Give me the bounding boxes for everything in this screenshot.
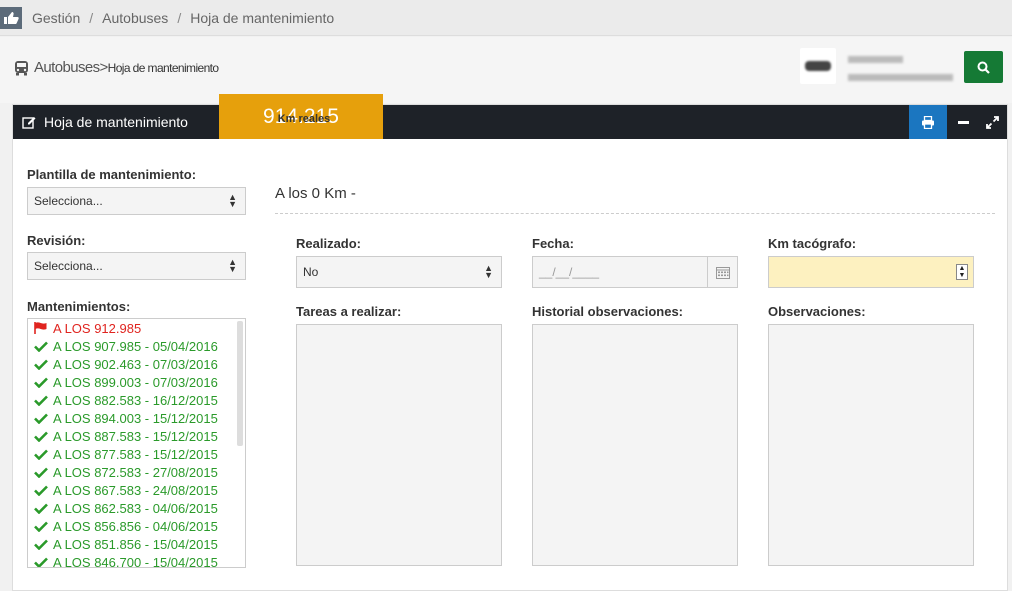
historial-label: Historial observaciones: — [532, 304, 683, 319]
bus-info-blurred — [848, 50, 953, 81]
check-icon — [34, 467, 50, 478]
title-main[interactable]: Autobuses — [34, 59, 100, 76]
list-item[interactable]: A LOS 851.856 - 15/04/2015 — [28, 535, 245, 553]
check-icon — [34, 395, 50, 406]
km-label: Km reales — [277, 112, 331, 125]
list-item[interactable]: A LOS 887.583 - 15/12/2015 — [28, 427, 245, 445]
list-scrollbar[interactable] — [237, 321, 243, 446]
mantenimientos-label: Mantenimientos: — [27, 299, 131, 314]
expand-icon — [985, 115, 999, 129]
revision-value: Selecciona... — [34, 259, 103, 273]
print-icon — [921, 115, 935, 129]
check-icon — [34, 521, 50, 532]
panel-header: Hoja de mantenimiento 914.215 Km reales — [13, 94, 1007, 139]
list-item[interactable]: A LOS 902.463 - 07/03/2016 — [28, 355, 245, 373]
list-item[interactable]: A LOS 846.700 - 15/04/2015 — [28, 553, 245, 567]
fecha-input[interactable]: __/__/____ — [532, 256, 738, 288]
breadcrumb-separator: / — [89, 9, 94, 26]
observaciones-label: Observaciones: — [768, 304, 866, 319]
select-caret-icon: ▲ ▼ — [228, 257, 237, 274]
list-item[interactable]: A LOS 877.583 - 15/12/2015 — [28, 445, 245, 463]
list-item[interactable]: A LOS 872.583 - 27/08/2015 — [28, 463, 245, 481]
thumb-pointer-icon[interactable] — [0, 6, 22, 29]
list-item[interactable]: A LOS 882.583 - 16/12/2015 — [28, 391, 245, 409]
check-icon — [34, 377, 50, 388]
tareas-label: Tareas a realizar: — [296, 304, 402, 319]
title-sep: > — [99, 59, 108, 76]
minus-icon — [957, 120, 969, 124]
search-icon — [977, 61, 990, 74]
print-button[interactable] — [909, 105, 947, 139]
check-icon — [34, 485, 50, 496]
minimize-button[interactable] — [950, 105, 976, 139]
panel-title: Hoja de mantenimiento — [22, 105, 188, 139]
fecha-label: Fecha: — [532, 236, 574, 251]
select-caret-icon: ▲ ▼ — [484, 263, 493, 280]
check-icon — [34, 341, 50, 352]
km-tacografo-label: Km tacógrafo: — [768, 236, 857, 251]
tareas-textarea[interactable] — [296, 324, 502, 566]
fecha-placeholder: __/__/____ — [539, 265, 600, 279]
bus-icon — [14, 60, 29, 76]
section-divider — [275, 213, 995, 214]
calendar-icon[interactable] — [707, 257, 737, 287]
title-sub: Hoja de mantenimiento — [107, 60, 219, 75]
section-title: A los 0 Km - — [275, 185, 356, 202]
mantenimientos-list[interactable]: A LOS 912.985 A LOS 907.985 - 05/04/2016… — [27, 318, 246, 568]
check-icon — [34, 449, 50, 460]
plantilla-value: Selecciona... — [34, 194, 103, 208]
maintenance-panel: Hoja de mantenimiento 914.215 Km reales … — [12, 94, 1008, 591]
list-item[interactable]: A LOS 867.583 - 24/08/2015 — [28, 481, 245, 499]
check-icon — [34, 431, 50, 442]
list-item[interactable]: A LOS 862.583 - 04/06/2015 — [28, 499, 245, 517]
bus-thumbnail — [800, 48, 836, 84]
historial-textarea[interactable] — [532, 324, 738, 566]
breadcrumb-item-gestion[interactable]: Gestión — [32, 10, 80, 26]
select-caret-icon: ▲ ▼ — [228, 192, 237, 209]
list-item[interactable]: A LOS 899.003 - 07/03/2016 — [28, 373, 245, 391]
revision-label: Revisión: — [27, 233, 86, 248]
search-button[interactable] — [964, 51, 1003, 83]
flag-icon — [34, 322, 50, 334]
breadcrumb-item-current: Hoja de mantenimiento — [190, 9, 335, 26]
plantilla-label: Plantilla de mantenimiento: — [27, 167, 197, 182]
breadcrumb-separator: / — [177, 9, 182, 26]
breadcrumb: Gestión / Autobuses / Hoja de mantenimie… — [0, 0, 1012, 36]
realizado-value: No — [303, 265, 319, 279]
check-icon — [34, 557, 50, 567]
expand-button[interactable] — [979, 105, 1005, 139]
list-item[interactable]: A LOS 894.003 - 15/12/2015 — [28, 409, 245, 427]
plantilla-select[interactable]: Selecciona... ▲ ▼ — [27, 187, 246, 215]
realizado-select[interactable]: No ▲ ▼ — [296, 256, 502, 288]
panel-title-text: Hoja de mantenimiento — [44, 114, 188, 130]
check-icon — [34, 503, 50, 514]
check-icon — [34, 359, 50, 370]
list-item[interactable]: A LOS 907.985 - 05/04/2016 — [28, 337, 245, 355]
page-title: Autobuses > Hoja de mantenimiento — [14, 59, 219, 76]
sub-header: Autobuses > Hoja de mantenimiento — [0, 37, 1012, 103]
observaciones-textarea[interactable] — [768, 324, 974, 566]
check-icon — [34, 539, 50, 550]
list-item[interactable]: A LOS 912.985 — [28, 319, 245, 337]
list-item[interactable]: A LOS 856.856 - 04/06/2015 — [28, 517, 245, 535]
km-reales-badge: 914.215 Km reales — [219, 94, 383, 139]
check-icon — [34, 413, 50, 424]
realizado-label: Realizado: — [296, 236, 362, 251]
number-stepper[interactable]: ▲ ▼ — [956, 264, 968, 280]
breadcrumb-item-autobuses[interactable]: Autobuses — [102, 10, 168, 26]
revision-select[interactable]: Selecciona... ▲ ▼ — [27, 252, 246, 280]
edit-icon — [22, 115, 36, 129]
km-tacografo-input[interactable]: ▲ ▼ — [768, 256, 974, 288]
